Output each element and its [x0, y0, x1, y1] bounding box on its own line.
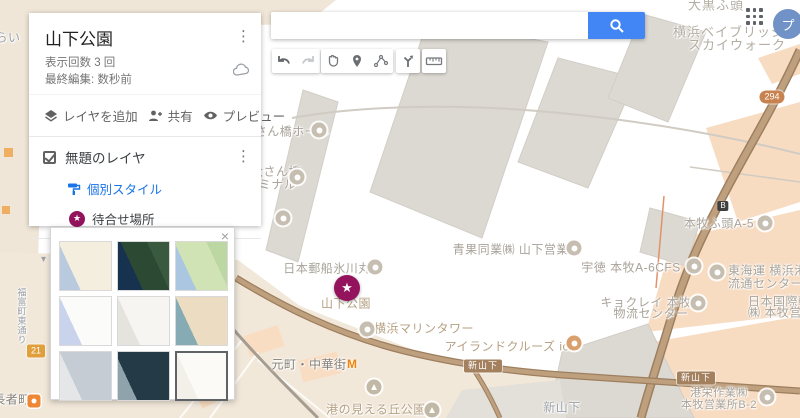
route-shield-21: 21: [26, 344, 46, 358]
layer-item-label: 待合せ場所: [92, 213, 155, 228]
search-input[interactable]: [271, 12, 588, 39]
search-button[interactable]: [588, 12, 645, 39]
undo-icon: [278, 56, 290, 64]
polyline-icon: [373, 54, 389, 68]
add-directions-button[interactable]: [396, 49, 420, 73]
layer-name[interactable]: 無題のレイヤ: [65, 147, 146, 167]
apps-grid-icon[interactable]: [746, 8, 764, 26]
views-count: 表示回数 3 回: [45, 57, 116, 69]
layer-menu-kebab-icon[interactable]: ⋮: [236, 149, 251, 164]
search-bar: [271, 12, 645, 39]
chevron-down-icon[interactable]: ▾: [41, 254, 46, 265]
poi-icon: [709, 264, 725, 280]
basemap-option-satellite[interactable]: [117, 241, 170, 291]
hand-icon: [328, 54, 339, 67]
poi-icon: [311, 122, 327, 138]
poi-icon: [757, 215, 773, 231]
poi-icon: [359, 321, 375, 337]
star-place-marker[interactable]: ★: [334, 275, 360, 301]
eye-icon: [203, 112, 217, 120]
directions-group: [396, 49, 420, 73]
account-avatar[interactable]: プ: [773, 9, 800, 39]
poi-icon: [759, 389, 775, 405]
park-tree-icon: [424, 402, 440, 418]
measure-group: [422, 49, 446, 73]
basemap-grid: [59, 241, 228, 401]
layers-icon: [45, 109, 57, 122]
layer-checkbox[interactable]: [43, 150, 56, 164]
undo-redo-group: [272, 49, 320, 73]
redo-button[interactable]: [296, 49, 320, 73]
poi-icon: [275, 210, 291, 226]
measure-button[interactable]: [422, 49, 446, 73]
drive-saved-cloud-icon: [232, 63, 250, 81]
poi-icon: [367, 259, 383, 275]
layer-section: 無題のレイヤ ⋮ 個別スタイル ★ 待合せ場所: [29, 137, 261, 238]
pan-tool-button[interactable]: [321, 49, 345, 73]
basemap-option-mono-city[interactable]: [117, 296, 170, 346]
style-roller-icon: [68, 183, 81, 195]
ruler-icon: [425, 57, 443, 66]
basemap-option-default[interactable]: [59, 241, 112, 291]
basemap-option-light-political[interactable]: [59, 296, 112, 346]
draw-line-button[interactable]: [369, 49, 393, 73]
route-shield-b: B: [717, 201, 729, 211]
layer-item-row[interactable]: ★ 待合せ場所: [69, 209, 249, 228]
park-tree-icon: [366, 379, 382, 395]
basemap-chooser-popup: ×: [50, 227, 235, 401]
redo-icon: [302, 56, 314, 64]
last-edit[interactable]: 最終編集: 数秒前: [45, 72, 245, 89]
person-add-icon: [148, 110, 162, 122]
star-marker-icon: ★: [69, 210, 85, 227]
share-button[interactable]: 共有: [143, 104, 198, 127]
search-icon: [609, 18, 624, 33]
poi-icon: [566, 240, 582, 256]
road-badge-shinyamashita-1: 新山下: [463, 359, 503, 373]
my-maps-app: 大黒ふ頭 横浜ベイブリッジ スカイウォーク 大さん橋ホール 大さん橋 国際客船タ…: [0, 0, 800, 418]
poi-icon: [690, 295, 706, 311]
undo-button[interactable]: [272, 49, 296, 73]
directions-icon: [403, 55, 413, 67]
preview-button[interactable]: プレビュー: [198, 104, 291, 127]
map-info-panel: 山下公園 ⋮ 表示回数 3 回 最終編集: 数秒前 レイヤを追加 共有 プレビュ…: [29, 13, 285, 268]
basemap-option-dark-landmass[interactable]: [117, 351, 170, 401]
basemap-option-simple-atlas[interactable]: [175, 296, 228, 346]
station-square-icon: [27, 394, 41, 408]
marker-icon: [353, 55, 361, 67]
add-layer-button[interactable]: レイヤを追加: [39, 104, 143, 127]
basemap-option-light-landmass[interactable]: [59, 351, 112, 401]
road-badge-shinyamashita-2: 新山下: [676, 371, 716, 385]
close-icon[interactable]: ×: [221, 229, 229, 243]
anchor-icon: [566, 335, 582, 351]
map-menu-kebab-icon[interactable]: ⋮: [236, 29, 251, 44]
add-layer-label: レイヤを追加: [63, 110, 138, 125]
basemap-option-terrain[interactable]: [175, 241, 228, 291]
preview-label: プレビュー: [222, 110, 286, 125]
add-marker-button[interactable]: [345, 49, 369, 73]
individual-styles-link[interactable]: 個別スタイル: [87, 179, 162, 198]
map-title[interactable]: 山下公園: [45, 25, 245, 50]
share-label: 共有: [167, 110, 193, 125]
station-m-icon: M: [347, 357, 357, 371]
poi-icon: [686, 258, 702, 274]
route-shield-294: 294: [759, 90, 785, 104]
basemap-option-whitewater-selected[interactable]: [175, 351, 228, 401]
poi-icon: [289, 169, 305, 185]
star-glyph: ★: [341, 280, 353, 295]
draw-tools-group: [321, 49, 393, 73]
individual-styles-row[interactable]: 個別スタイル: [67, 179, 249, 198]
